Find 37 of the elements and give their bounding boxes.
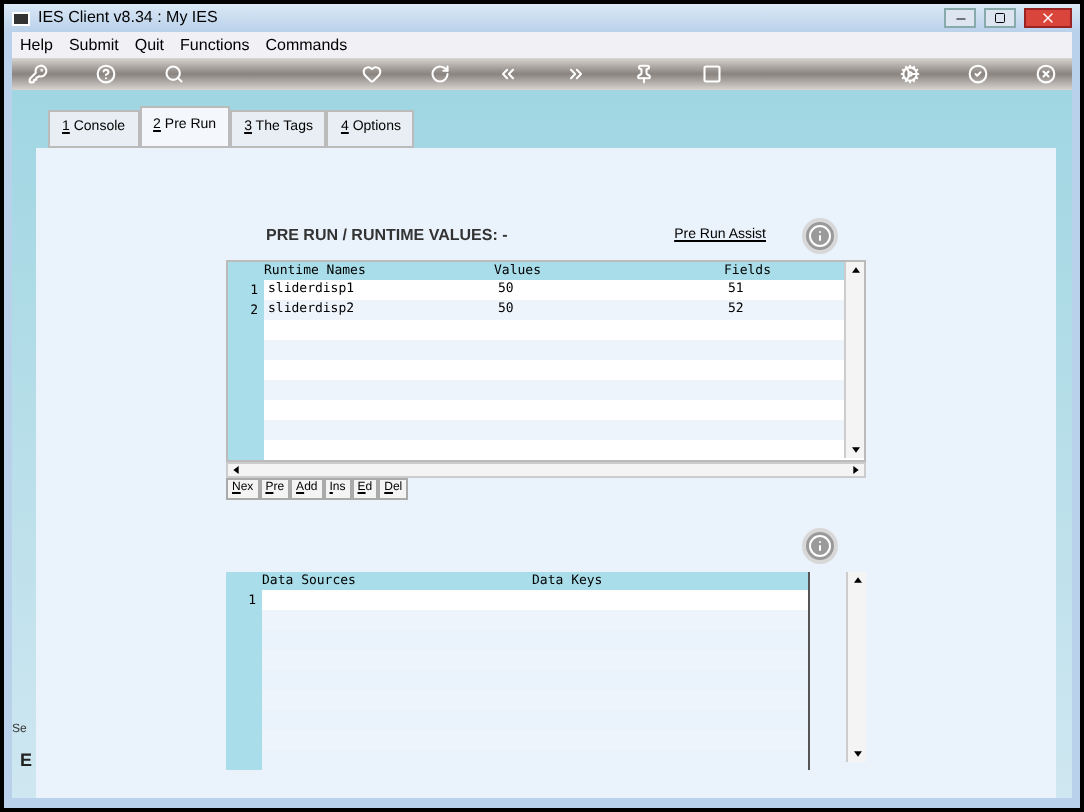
check-icon[interactable] bbox=[967, 64, 988, 84]
pin-icon[interactable] bbox=[634, 64, 655, 84]
double-right-icon[interactable] bbox=[565, 64, 586, 84]
scroll-down-icon[interactable] bbox=[851, 750, 863, 758]
info-icon[interactable] bbox=[802, 528, 838, 564]
menu-item[interactable]: Functions bbox=[180, 33, 250, 57]
gear-icon[interactable] bbox=[899, 64, 920, 84]
side-label: E bbox=[18, 747, 33, 773]
vertical-scrollbar[interactable] bbox=[846, 572, 866, 762]
scroll-down-icon[interactable] bbox=[849, 446, 861, 454]
menu-item[interactable]: Submit bbox=[68, 33, 119, 57]
scroll-left-icon[interactable] bbox=[232, 464, 240, 476]
refresh-icon[interactable] bbox=[429, 64, 450, 84]
close-icon[interactable] bbox=[1035, 64, 1056, 84]
heart-icon[interactable] bbox=[361, 64, 382, 84]
menu-item[interactable]: Quit bbox=[134, 33, 165, 57]
menu-item[interactable]: Help bbox=[20, 33, 53, 57]
search-icon[interactable] bbox=[164, 64, 185, 84]
maximize-button[interactable] bbox=[984, 8, 1016, 28]
menu-item[interactable]: Commands bbox=[265, 33, 348, 57]
scroll-up-icon[interactable] bbox=[851, 576, 863, 584]
window-title: IES Client v8.34 : My IES bbox=[38, 6, 220, 30]
app-icon bbox=[12, 11, 30, 25]
section-heading: PRE RUN / RUNTIME VALUES: - bbox=[266, 224, 508, 248]
vertical-scrollbar[interactable] bbox=[844, 262, 864, 458]
horizontal-scrollbar[interactable] bbox=[226, 462, 866, 478]
close-button[interactable] bbox=[1024, 8, 1072, 28]
scroll-right-icon[interactable] bbox=[852, 464, 860, 476]
square-icon[interactable] bbox=[702, 64, 723, 84]
scroll-up-icon[interactable] bbox=[849, 266, 861, 274]
maximize-icon bbox=[994, 12, 1006, 24]
minimize-button[interactable] bbox=[944, 8, 976, 28]
close-icon bbox=[1040, 10, 1056, 26]
double-left-icon[interactable] bbox=[497, 64, 518, 84]
help-icon[interactable] bbox=[96, 64, 117, 84]
info-icon[interactable] bbox=[802, 218, 838, 254]
key-icon[interactable] bbox=[28, 64, 48, 84]
